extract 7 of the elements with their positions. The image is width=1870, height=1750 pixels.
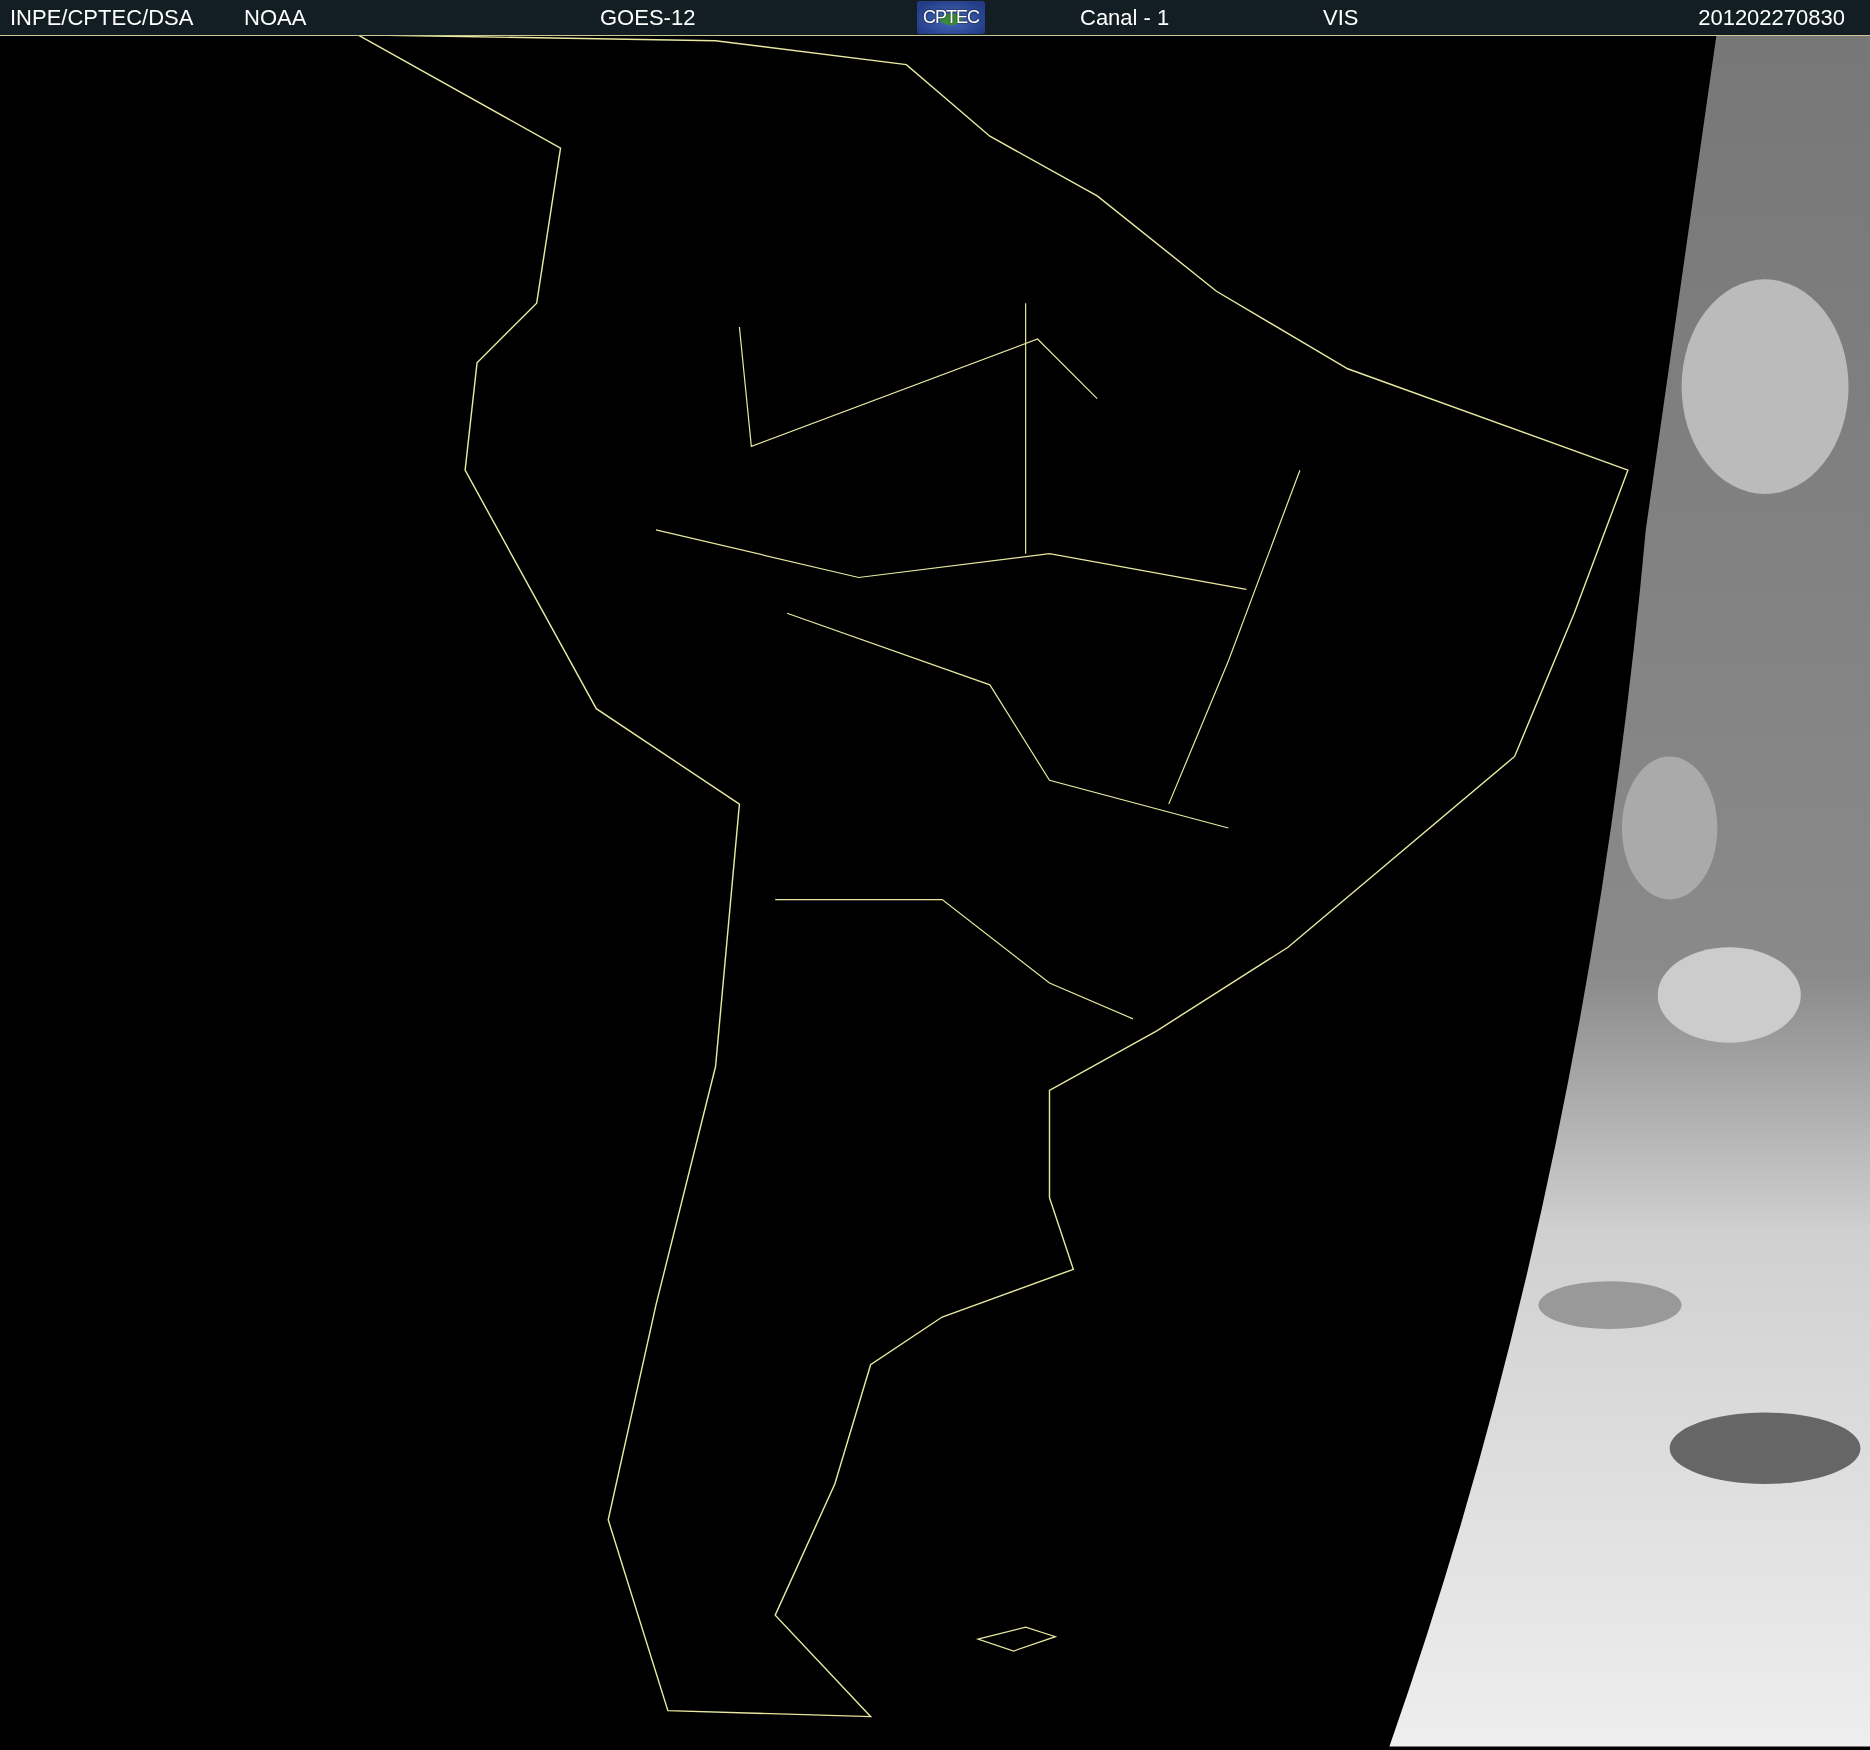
source-label: INPE/CPTEC/DSA: [10, 4, 195, 31]
channel-label: Canal - 1: [1080, 4, 1171, 31]
band-label: VIS: [1323, 4, 1360, 31]
satellite-label: GOES-12: [600, 4, 697, 31]
logo: CPTEC: [917, 1, 985, 34]
agency-label: NOAA: [244, 4, 308, 31]
timestamp: 201202270830: [1698, 4, 1845, 31]
